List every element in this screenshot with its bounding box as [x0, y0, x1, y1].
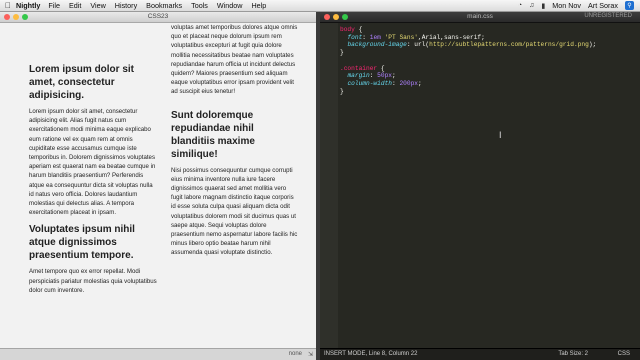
browser-title: CSS23: [147, 13, 169, 20]
menu-edit[interactable]: Edit: [69, 1, 81, 10]
menu-tools[interactable]: Tools: [191, 1, 208, 10]
paragraph-1: Lorem ipsum dolor sit amet, consectetur …: [29, 108, 156, 217]
menu-bookmarks[interactable]: Bookmarks: [146, 1, 182, 10]
wifi-icon[interactable]: ◔: [518, 2, 522, 9]
editor-statusbar: INSERT MODE, Line 8, Column 22 Tab Size:…: [320, 348, 640, 360]
battery-icon[interactable]: ▮: [541, 2, 545, 10]
paragraph-2: Amet tempore quo ex error repellat. Modi…: [29, 268, 157, 294]
menu-view[interactable]: View: [90, 1, 105, 10]
paragraph-4: Nisi possimus consequuntur cumque corrup…: [171, 166, 298, 257]
apple-menu-icon[interactable]: : [0, 1, 16, 10]
editor-titlebar[interactable]: main.css UNREGISTERED: [320, 12, 640, 23]
unregistered-label: UNREGISTERED: [584, 13, 632, 19]
menu-window[interactable]: Window: [217, 1, 243, 10]
browser-statusbar: none ⇲: [0, 348, 316, 360]
browser-titlebar[interactable]: CSS23: [0, 12, 316, 23]
text-column-2: voluptas amet temporibus dolores atque o…: [171, 23, 299, 299]
heading-3: Sunt doloremque repudiandae nihil blandi…: [171, 109, 255, 160]
spotlight-icon[interactable]: ⚲: [625, 1, 634, 10]
browser-window: CSS23 Lorem ipsum dolor sit amet, consec…: [0, 12, 316, 360]
text-column-1: Lorem ipsum dolor sit amet, consectetur …: [29, 23, 157, 299]
editor-window: main.css UNREGISTERED body { font: 1em '…: [320, 12, 640, 360]
text-cursor-icon: I: [499, 130, 502, 140]
editor-mode-status: INSERT MODE, Line 8, Column 22: [324, 351, 418, 357]
menu-bar:  Nightly File Edit View History Bookmar…: [0, 0, 640, 12]
menu-user[interactable]: Art Sorax: [588, 1, 618, 10]
menu-help[interactable]: Help: [251, 1, 266, 10]
menu-app-name[interactable]: Nightly: [16, 1, 40, 10]
heading-1: Lorem ipsum dolor sit amet, consectetur …: [29, 64, 135, 101]
resize-grip-icon[interactable]: ⇲: [308, 351, 313, 358]
syntax-selector[interactable]: CSS: [618, 351, 630, 357]
heading-2: Voluptates ipsum nihil atque dignissimos…: [29, 224, 135, 262]
menu-file[interactable]: File: [48, 1, 60, 10]
page-content: Lorem ipsum dolor sit amet, consectetur …: [0, 23, 316, 349]
zoom-dropdown[interactable]: none: [289, 351, 302, 357]
code-area[interactable]: body { font: 1em 'PT Sans',Arial,sans-se…: [340, 26, 596, 95]
volume-icon[interactable]: ♫: [529, 2, 534, 9]
paragraph-3: voluptas amet temporibus dolores atque o…: [171, 24, 298, 96]
menu-clock[interactable]: Mon Nov: [552, 1, 581, 10]
line-gutter: [320, 23, 338, 349]
menu-history[interactable]: History: [115, 1, 137, 10]
tab-size-selector[interactable]: Tab Size: 2: [558, 351, 588, 357]
